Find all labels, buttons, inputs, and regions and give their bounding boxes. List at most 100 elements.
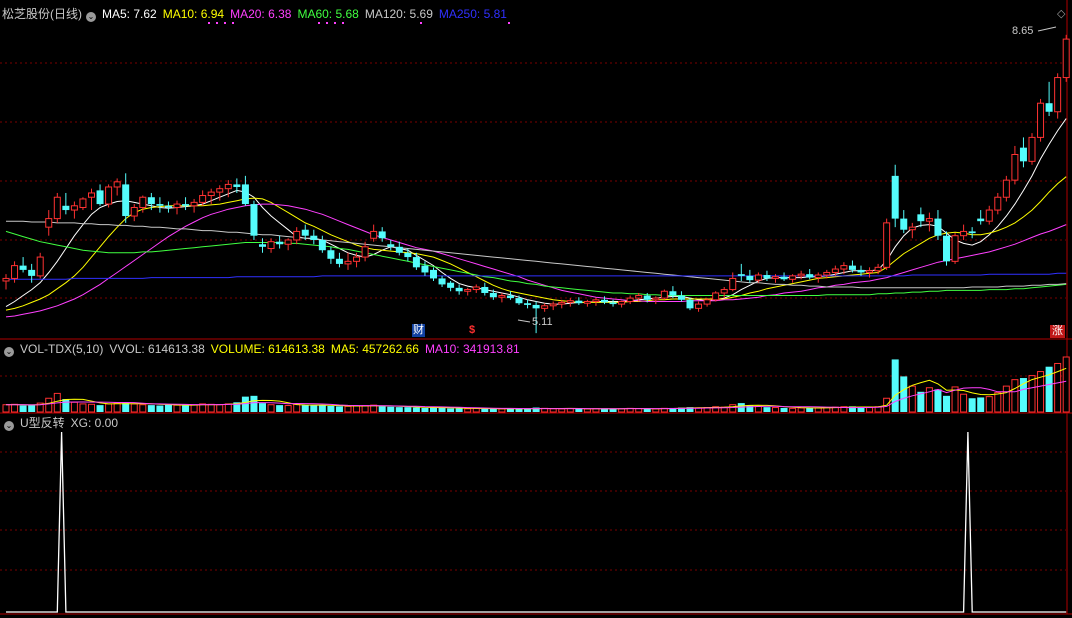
candle-body: [1054, 77, 1062, 113]
candle: [695, 301, 703, 312]
legend-label: VOLUME: 614613.38: [210, 342, 325, 356]
volume-bar: [498, 408, 506, 413]
candle: [430, 267, 437, 282]
high-price-label: 8.65: [1012, 25, 1034, 37]
volume-bar: [464, 408, 472, 413]
candle: [276, 235, 284, 249]
candle: [1028, 133, 1036, 165]
candle-body: [541, 305, 549, 309]
candle-body: [934, 218, 942, 236]
volume-bar: [447, 408, 455, 412]
volume-bar: [318, 405, 326, 412]
candle-body: [763, 275, 771, 279]
candle: [780, 272, 788, 282]
volume-bar: [105, 403, 113, 413]
candle-body: [335, 258, 343, 264]
volume-bar: [310, 405, 318, 412]
candle: [2, 274, 10, 290]
candle: [541, 303, 549, 312]
stock-title[interactable]: 松芝股份(日线): [2, 7, 82, 21]
candle: [472, 284, 480, 293]
volume-bar: [327, 405, 335, 412]
candle: [943, 231, 950, 266]
candle-body: [712, 292, 720, 301]
candle: [421, 261, 429, 276]
volume-title[interactable]: VOL-TDX(5,10): [20, 342, 103, 356]
candle-body: [1002, 179, 1010, 198]
candle-body: [994, 196, 1002, 211]
candle: [387, 239, 395, 251]
chevron-down-icon[interactable]: ⌄: [4, 421, 14, 431]
candle-body: [968, 231, 976, 234]
candle-body: [53, 196, 61, 220]
volume-bar: [276, 405, 284, 412]
finance-marker[interactable]: 财: [412, 324, 425, 337]
candle: [335, 252, 343, 268]
volume-bar: [224, 403, 232, 413]
candle: [284, 238, 292, 251]
dividend-marker[interactable]: $: [469, 324, 475, 337]
candle-body: [1037, 102, 1045, 138]
candle-body: [259, 244, 266, 247]
volume-bar: [70, 401, 78, 413]
candle-body: [566, 300, 574, 303]
volume-bar: [412, 407, 420, 412]
candle: [19, 257, 27, 273]
volume-bar: [430, 407, 437, 412]
candle-body: [857, 269, 865, 273]
candle: [806, 269, 814, 280]
candle-body: [113, 181, 121, 188]
candle-body: [88, 192, 95, 198]
candle-body: [301, 229, 309, 236]
volume-bar: [908, 385, 916, 413]
candle-body: [361, 246, 369, 258]
candle-body: [746, 275, 754, 281]
candle: [267, 238, 275, 253]
candle: [36, 252, 44, 279]
volume-bar: [62, 399, 70, 412]
ma-line-ma60: [5, 230, 1067, 296]
volume-bar: [814, 407, 822, 413]
volume-bar: [506, 408, 514, 412]
candle-body: [139, 196, 147, 208]
candle: [190, 198, 198, 213]
volume-bar: [985, 396, 993, 413]
volume-bar: [96, 405, 104, 412]
candle-body: [549, 303, 557, 307]
volume-bar: [891, 359, 899, 412]
candle: [737, 263, 745, 282]
candle: [1062, 34, 1070, 82]
indicator-panel-header: ⌄ U型反转 XG: 0.00: [2, 415, 130, 431]
volume-bar: [797, 407, 805, 413]
volume-bar: [968, 398, 976, 412]
indicator-title[interactable]: U型反转: [20, 416, 65, 430]
candle: [62, 192, 70, 215]
candle-body: [848, 265, 856, 270]
volume-bar: [566, 408, 574, 413]
volume-bar: [241, 396, 249, 412]
candle: [79, 197, 87, 211]
diamond-icon[interactable]: ◇: [1057, 8, 1065, 21]
signal-dot: [208, 22, 210, 24]
candlestick-series[interactable]: [2, 34, 1070, 334]
chart-canvas: [0, 0, 1072, 615]
candle-body: [985, 209, 993, 222]
candle-body: [412, 257, 420, 268]
chevron-down-icon[interactable]: ⌄: [86, 12, 96, 22]
candle-body: [609, 302, 617, 305]
volume-bar: [515, 408, 523, 412]
candle: [1045, 81, 1053, 117]
candle: [729, 272, 737, 292]
chevron-down-icon[interactable]: ⌄: [4, 347, 14, 357]
candle-body: [344, 260, 352, 265]
ma-line-ma10: [5, 176, 1067, 311]
candle-body: [729, 277, 737, 291]
candle-body: [421, 265, 429, 273]
candle-body: [464, 289, 472, 292]
volume-bar: [866, 407, 874, 413]
volume-bar: [147, 405, 155, 412]
candle-body: [951, 235, 959, 262]
signal-dot: [318, 22, 320, 24]
candle-body: [908, 226, 916, 231]
volume-bar: [754, 405, 762, 413]
